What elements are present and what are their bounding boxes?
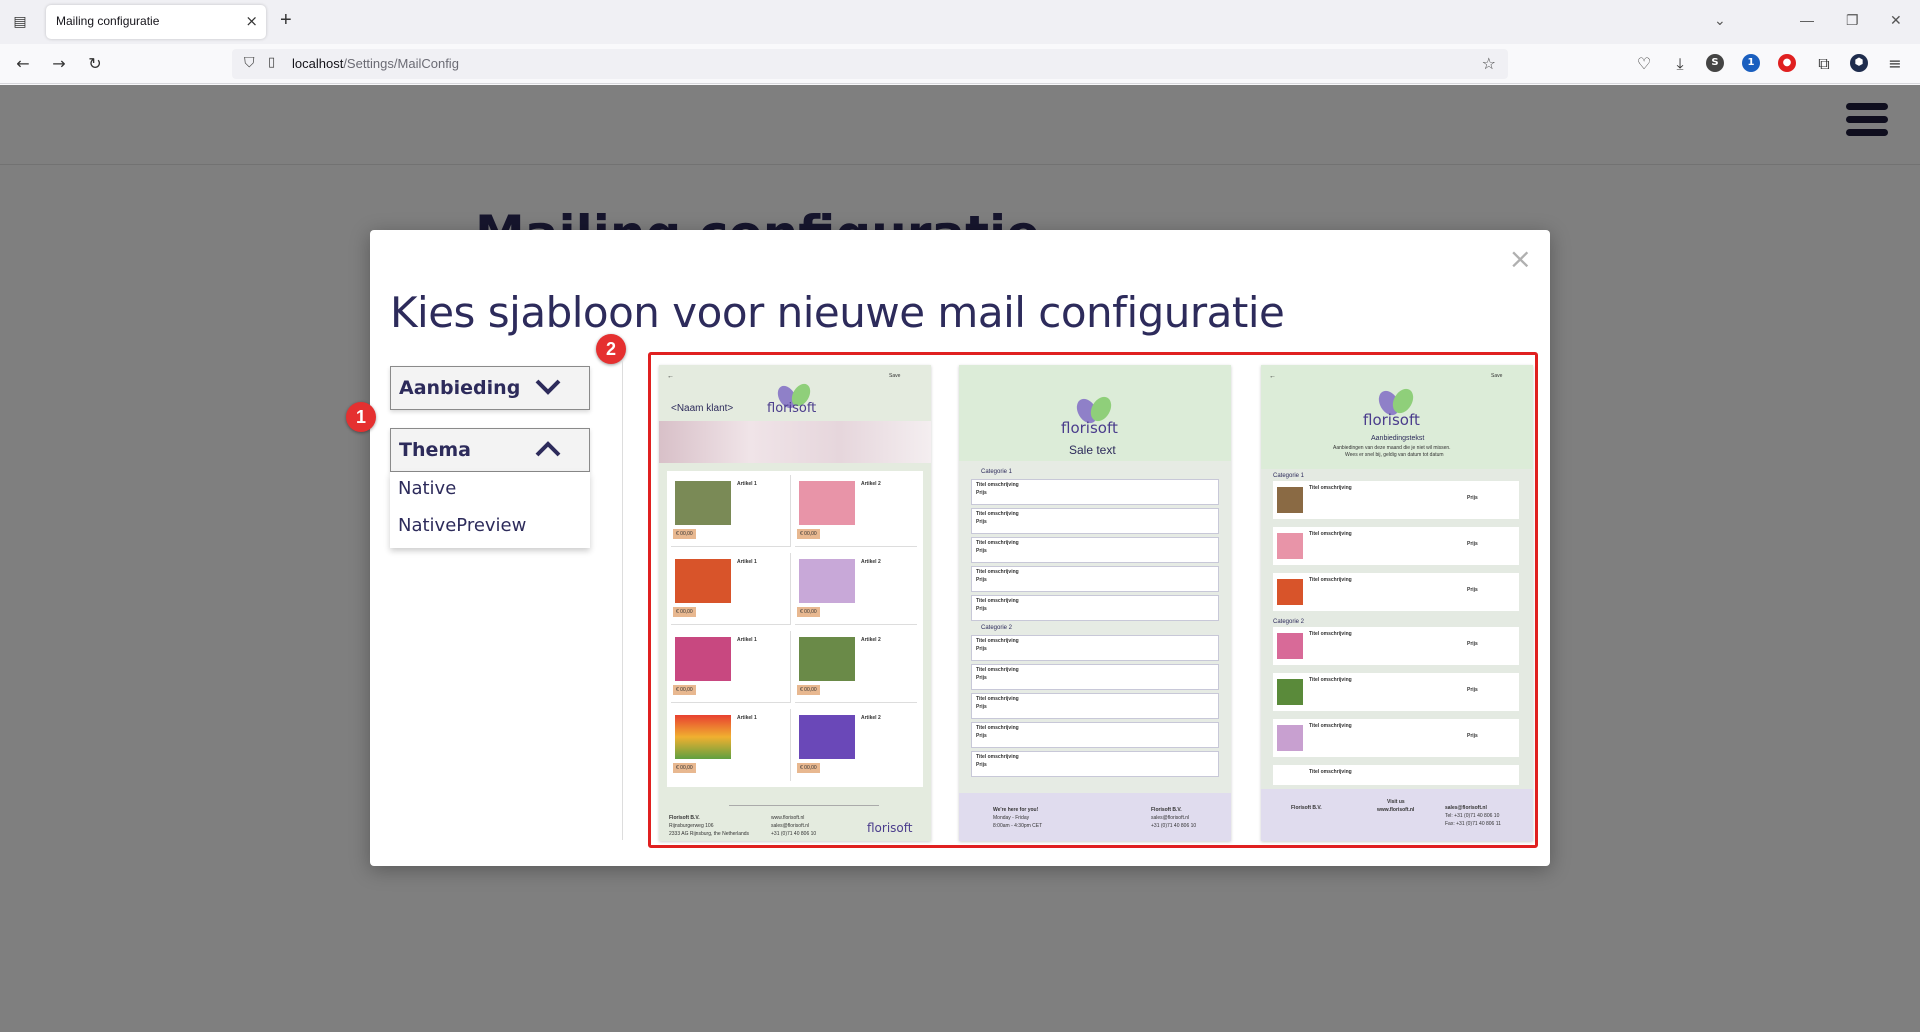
- new-tab-icon[interactable]: +: [280, 9, 292, 32]
- back-arrow-icon: ←: [667, 373, 674, 380]
- template-modal: × Kies sjabloon voor nieuwe mail configu…: [346, 230, 1550, 866]
- template-card-3[interactable]: ← Save florisoft Aanbiedingstekst Aanbie…: [1261, 365, 1533, 841]
- downloads-icon[interactable]: ⤓: [1669, 53, 1691, 75]
- app-menu-icon[interactable]: ≡: [1884, 53, 1906, 75]
- modal-title: Kies sjabloon voor nieuwe mail configura…: [390, 288, 1285, 337]
- shield-icon[interactable]: ⛉: [244, 55, 255, 71]
- save-label: Save: [1491, 373, 1503, 379]
- back-arrow-icon: ←: [1269, 373, 1276, 380]
- theme-option-native[interactable]: Native: [398, 478, 456, 499]
- extensions-puzzle-icon[interactable]: ⧉: [1813, 53, 1835, 75]
- reload-icon[interactable]: ↻: [84, 53, 106, 75]
- template-gallery: ← Save <Naam klant> florisoft Artikel 1 …: [648, 352, 1538, 848]
- dropdown-label: Thema: [399, 439, 471, 461]
- browser-nav-bar: ← → ↻ ⛉ ▯ localhost/Settings/MailConfig …: [0, 44, 1920, 84]
- bookmark-star-icon[interactable]: ☆: [1482, 54, 1496, 73]
- browser-tab-bar: ▤ Mailing configuratie × + ⌄ — ❐ ✕: [0, 0, 1920, 44]
- chevron-down-icon: [535, 379, 561, 395]
- roses-banner: [659, 421, 931, 463]
- window-close-icon[interactable]: ✕: [1890, 12, 1902, 29]
- customer-name-placeholder: <Naam klant>: [671, 403, 734, 414]
- url-text: localhost/Settings/MailConfig: [292, 56, 459, 71]
- tab-list-icon[interactable]: ▤: [10, 12, 30, 32]
- product-card: Artikel 1 € 00,00: [671, 475, 791, 547]
- tab-title: Mailing configuratie: [56, 14, 160, 28]
- password-manager-icon[interactable]: 1: [1742, 54, 1760, 72]
- sale-text: Sale text: [1069, 443, 1116, 457]
- tab-close-icon[interactable]: ×: [245, 12, 258, 30]
- extension-record-icon[interactable]: ●: [1778, 54, 1796, 72]
- florisoft-logo: florisoft: [867, 821, 913, 835]
- extension-s-icon[interactable]: S: [1706, 54, 1724, 72]
- dropdown-label: Aanbieding: [399, 377, 521, 399]
- product-card: Artikel 2 € 00,00: [795, 475, 917, 547]
- annotation-badge-1: 1: [346, 402, 376, 432]
- florisoft-logo: florisoft: [767, 401, 817, 416]
- modal-close-icon[interactable]: ×: [1509, 242, 1532, 275]
- template-card-1[interactable]: ← Save <Naam klant> florisoft Artikel 1 …: [659, 365, 931, 841]
- product-card: Artikel 2 € 00,00: [795, 553, 917, 625]
- dropdown-aanbieding[interactable]: Aanbieding: [390, 366, 590, 410]
- page-icon: ▯: [268, 55, 276, 70]
- pocket-icon[interactable]: ♡: [1633, 53, 1655, 75]
- forward-icon[interactable]: →: [48, 53, 70, 75]
- minimize-icon[interactable]: —: [1800, 12, 1814, 28]
- product-card: Artikel 2 € 00,00: [795, 709, 917, 781]
- tab-overflow-chevron-icon[interactable]: ⌄: [1714, 12, 1726, 29]
- url-bar[interactable]: ⛉ ▯ localhost/Settings/MailConfig ☆: [232, 49, 1508, 79]
- product-card: Artikel 2 € 00,00: [795, 631, 917, 703]
- back-icon[interactable]: ←: [12, 53, 34, 75]
- chevron-up-icon: [535, 441, 561, 457]
- template-card-2[interactable]: florisoft Sale text Categorie 1 Titel om…: [959, 365, 1231, 841]
- florisoft-logo: florisoft: [1363, 411, 1420, 429]
- florisoft-logo: florisoft: [1061, 419, 1118, 437]
- divider: [622, 360, 623, 840]
- browser-tab[interactable]: Mailing configuratie ×: [46, 5, 266, 39]
- product-card: Artikel 1 € 00,00: [671, 709, 791, 781]
- restore-icon[interactable]: ❐: [1846, 12, 1859, 29]
- theme-options-menu: Native NativePreview: [390, 472, 590, 548]
- save-label: Save: [889, 373, 901, 379]
- product-card: Artikel 1 € 00,00: [671, 631, 791, 703]
- extension-hex-icon[interactable]: ⬢: [1850, 54, 1868, 72]
- product-card: Artikel 1 € 00,00: [671, 553, 791, 625]
- dropdown-thema[interactable]: Thema: [390, 428, 590, 472]
- theme-option-nativepreview[interactable]: NativePreview: [398, 515, 526, 536]
